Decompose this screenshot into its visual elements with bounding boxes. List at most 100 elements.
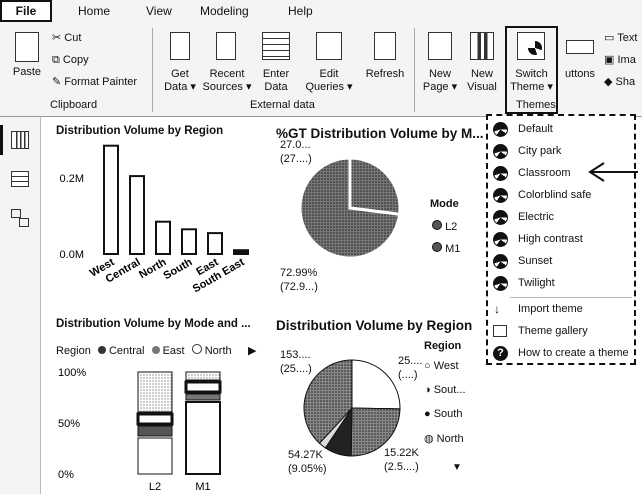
how-to-create-theme-item[interactable]: ? How to create a theme	[488, 343, 634, 365]
format-painter-button[interactable]: ✎ Format Painter	[52, 76, 137, 89]
callout-arrow-icon	[588, 162, 638, 182]
legend-next-icon[interactable]: ▶	[248, 344, 256, 357]
pie-region-legend-south-east[interactable]: ◑ Sout...	[424, 384, 466, 396]
stacked-legend-central[interactable]: Central	[94, 345, 145, 357]
theme-label: Electric	[518, 211, 555, 223]
import-theme-item[interactable]: ↓ Import theme	[488, 299, 634, 321]
theme-sunset[interactable]: Sunset	[488, 251, 634, 273]
pie-region-label-tr-pct: (....)	[398, 369, 418, 381]
bar-segment	[185, 393, 221, 401]
new-page-label-1: New	[428, 68, 451, 80]
recent-sources-button[interactable]: Recent Sources ▾	[202, 30, 252, 94]
bar-segment	[137, 437, 173, 475]
theme-swatch-icon	[493, 144, 508, 159]
legend-label: Central	[108, 345, 145, 357]
tab-home[interactable]: Home	[78, 4, 110, 18]
report-view-icon[interactable]	[11, 131, 29, 149]
y-tick-label: 0.0M	[60, 249, 84, 261]
enter-data-button[interactable]: Enter Data	[256, 30, 296, 94]
enter-data-label-2: Data	[264, 81, 288, 93]
bar-chart-icon	[470, 32, 494, 60]
theme-swatch-icon	[493, 166, 508, 181]
buttons-button[interactable]: uttons	[560, 30, 600, 94]
text-box-button[interactable]: ▭ Text	[604, 32, 637, 45]
pie-mode-label-top: 27.0... (27....)	[280, 138, 312, 166]
gallery-icon	[493, 325, 507, 337]
image-label: Ima	[617, 54, 636, 66]
pie-region-legend-north[interactable]: ◍ North	[424, 432, 464, 445]
theme-label: Colorblind safe	[518, 189, 592, 201]
theme-electric[interactable]: Electric	[488, 207, 634, 229]
new-page-icon	[428, 32, 452, 60]
pie-region-label-tr: 25.... (....)	[398, 354, 422, 382]
theme-default[interactable]: Default	[488, 119, 634, 141]
new-page-button[interactable]: New Page ▾	[420, 30, 460, 94]
bar-segment	[185, 371, 221, 381]
shapes-button[interactable]: ◆ Sha	[604, 76, 635, 89]
tab-help[interactable]: Help	[288, 4, 313, 18]
pie-mode-legend-l2[interactable]: L2	[432, 220, 457, 233]
theme-palette-icon	[517, 32, 545, 60]
stacked-legend-east[interactable]: East	[148, 345, 185, 357]
pie-region-label-bl-value: 54.27K	[288, 449, 323, 461]
get-data-label-1: Get	[171, 68, 189, 80]
edit-queries-label-1: Edit	[319, 68, 339, 80]
legend-marker-icon	[191, 344, 202, 354]
bar-chart-title: Distribution Volume by Region	[56, 125, 224, 137]
get-data-button[interactable]: Get Data ▾	[160, 30, 200, 94]
pie-mode-legend-m1[interactable]: M1	[432, 242, 460, 255]
edit-queries-icon	[316, 32, 342, 60]
data-view-icon[interactable]	[11, 171, 29, 187]
legend-label: South	[433, 408, 463, 420]
bar-segment	[137, 425, 173, 437]
bar	[103, 144, 119, 256]
legend-marker-icon	[97, 346, 106, 354]
cut-button[interactable]: ✂ Cut	[52, 32, 81, 45]
new-visual-button[interactable]: New Visual	[462, 30, 502, 94]
tab-modeling[interactable]: Modeling	[200, 4, 249, 18]
pie-region-chart[interactable]	[302, 358, 406, 458]
theme-gallery-item[interactable]: Theme gallery	[488, 321, 634, 343]
paste-label: Paste	[12, 66, 42, 78]
pie-region-legend-south[interactable]: ● South	[424, 408, 462, 420]
pie-region-legend-west[interactable]: ○ West	[424, 360, 459, 372]
switch-theme-label-1: Switch	[515, 68, 548, 80]
theme-colorblind-safe[interactable]: Colorblind safe	[488, 185, 634, 207]
pie-mode-label-bottom-pct: (72.9...)	[280, 281, 318, 293]
image-button[interactable]: ▣ Ima	[604, 54, 636, 67]
legend-scroll-down-icon[interactable]: ▼	[452, 462, 462, 473]
refresh-button[interactable]: Refresh	[362, 30, 408, 94]
legend-label: M1	[445, 243, 461, 255]
help-icon: ?	[493, 346, 508, 361]
refresh-icon	[374, 32, 396, 60]
pie-region-title: Distribution Volume by Region	[276, 318, 473, 333]
pie-mode-legend-title: Mode	[430, 198, 459, 210]
legend-marker-icon: ◑	[424, 384, 431, 396]
legend-marker-icon	[432, 242, 442, 252]
legend-marker-icon: ●	[424, 408, 431, 420]
bar-chart[interactable]: 0.0M0.2MWestCentralNorthSouth EastSouth E…	[46, 140, 266, 300]
pie-mode-chart[interactable]	[300, 148, 404, 278]
edit-queries-button[interactable]: Edit Queries ▾	[304, 30, 354, 94]
theme-high-contrast[interactable]: High contrast	[488, 229, 634, 251]
file-tab[interactable]: File	[0, 0, 52, 22]
paste-button[interactable]: Paste	[8, 30, 46, 90]
bar-segment	[184, 380, 222, 394]
pie-region-label-br-pct: (2.5....)	[384, 461, 419, 473]
switch-theme-button[interactable]: Switch Theme ▾	[508, 30, 555, 96]
model-view-icon[interactable]	[11, 209, 29, 227]
refresh-label: Refresh	[365, 68, 405, 80]
y-tick-label: 50%	[58, 418, 80, 430]
theme-twilight[interactable]: Twilight	[488, 273, 634, 295]
themes-dropdown-menu: Default City park Classroom Colorblind s…	[486, 114, 636, 365]
legend-label: East	[162, 345, 185, 357]
pie-region-label-tl: 153.... (25....)	[280, 348, 312, 376]
copy-button[interactable]: ⧉ Copy	[52, 54, 89, 67]
stacked-legend-north[interactable]: North	[188, 344, 232, 357]
buttons-label: uttons	[565, 68, 595, 80]
theme-label: City park	[518, 145, 562, 157]
stacked-chart[interactable]: 100% 50% 0% L2 M1	[56, 362, 256, 494]
cut-label: Cut	[64, 32, 82, 44]
tab-view[interactable]: View	[146, 4, 172, 18]
group-divider	[414, 28, 415, 112]
